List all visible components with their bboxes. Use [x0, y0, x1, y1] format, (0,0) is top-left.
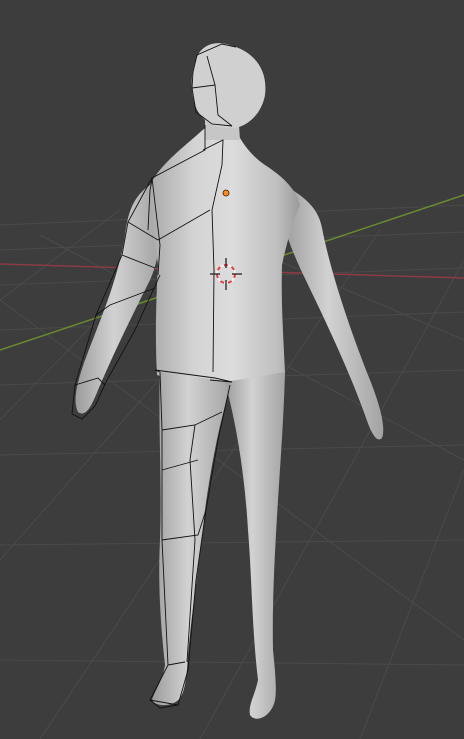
right-leg — [225, 372, 285, 719]
3d-viewport[interactable] — [0, 0, 464, 739]
left-leg — [152, 372, 232, 706]
torso — [149, 128, 300, 384]
head — [191, 43, 266, 129]
left-arm — [75, 185, 160, 414]
object-origin-dot[interactable] — [222, 189, 230, 197]
right-arm — [283, 185, 384, 440]
